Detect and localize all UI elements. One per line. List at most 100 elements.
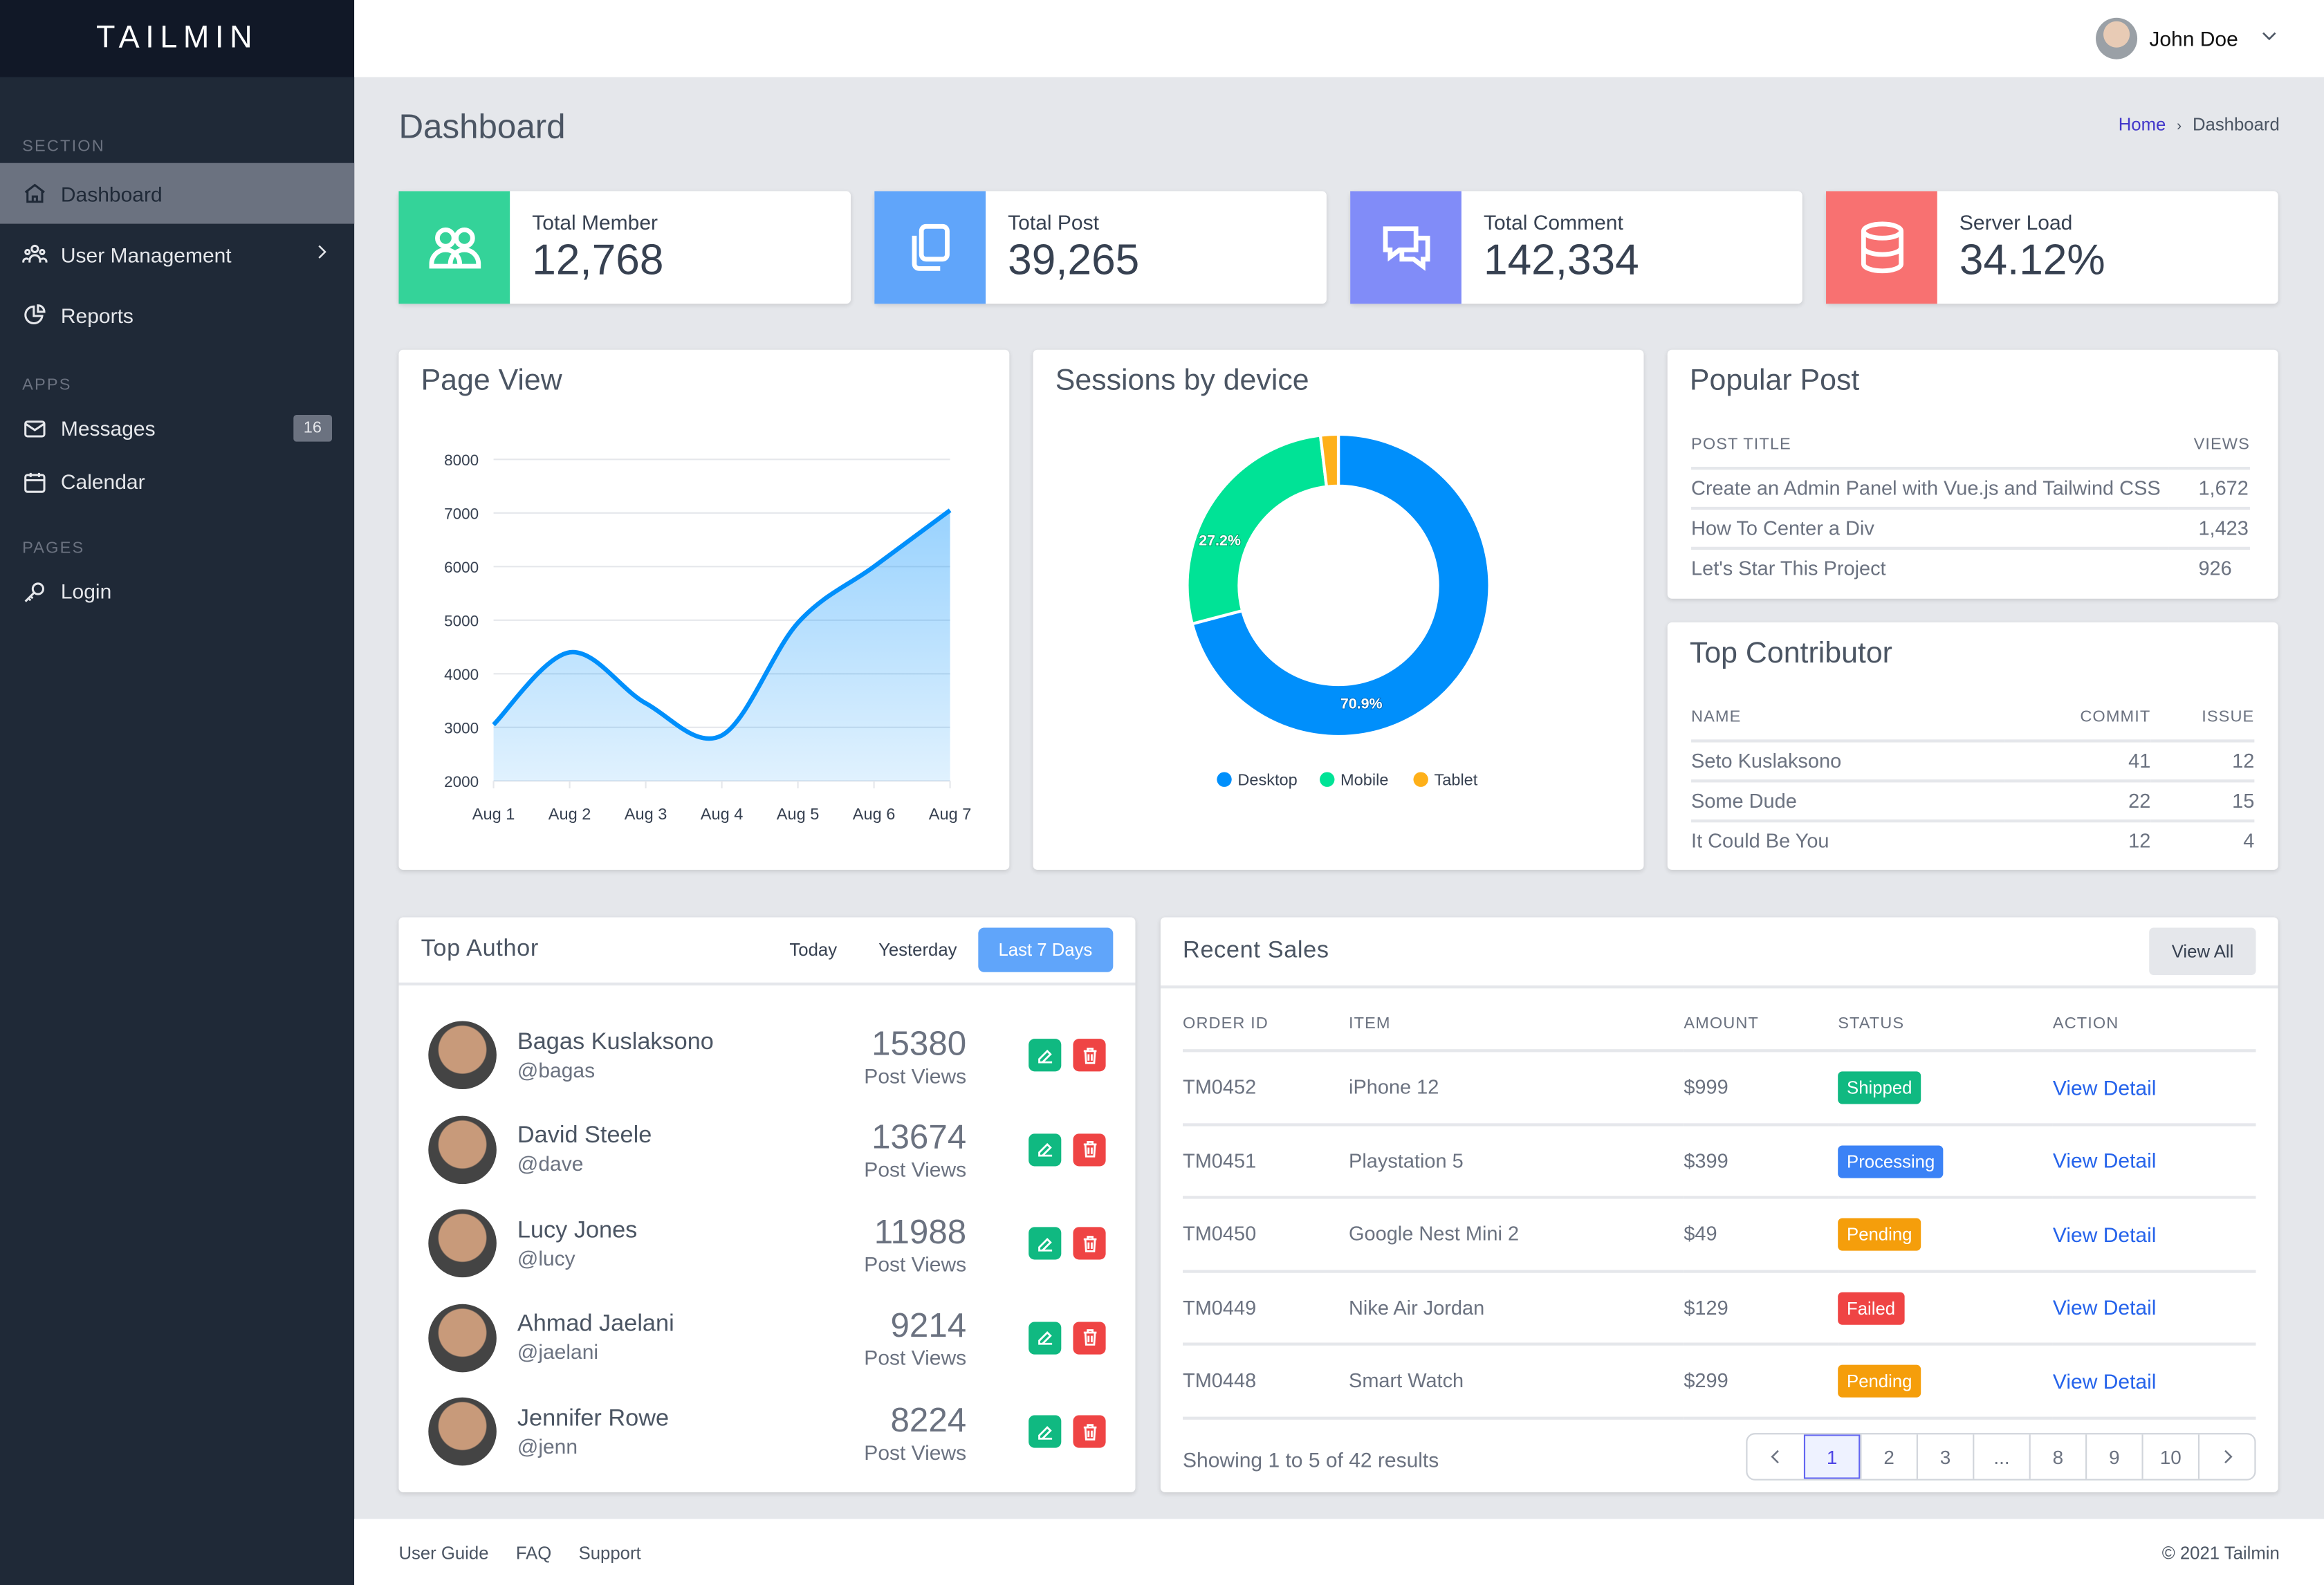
x-tick-label: Aug 1 [472, 805, 515, 823]
prev-page-button[interactable] [1747, 1434, 1803, 1479]
delete-button[interactable] [1073, 1133, 1106, 1166]
page-button[interactable]: 2 [1860, 1434, 1916, 1479]
page-button[interactable]: 1 [1803, 1434, 1861, 1479]
post-views-value: 9214 [890, 1305, 967, 1344]
item-name: iPhone 12 [1349, 1050, 1684, 1126]
y-tick-label: 6000 [444, 559, 479, 576]
delete-button[interactable] [1073, 1227, 1106, 1260]
trash-icon [1082, 1235, 1096, 1252]
post-views-label: Post Views [864, 1439, 967, 1464]
author-row: Lucy Jones @lucy 11988 Post Views [428, 1206, 1106, 1280]
col-header: NAME [1691, 699, 2004, 743]
legend-marker [1413, 772, 1428, 787]
post-views-label: Post Views [864, 1157, 967, 1181]
author-handle: @dave [517, 1151, 584, 1176]
table-row[interactable]: Some Dude 22 15 [1691, 781, 2255, 823]
sidebar-item-user-management[interactable]: User Management [0, 224, 354, 285]
calendar-icon [22, 469, 47, 494]
section-label: APPS [22, 376, 72, 395]
user-avatar[interactable] [2096, 17, 2138, 59]
sidebar-item-reports[interactable]: Reports [0, 284, 354, 345]
chevron-right-icon [2224, 1449, 2232, 1464]
y-tick-label: 7000 [444, 505, 479, 522]
x-tick-label: Aug 2 [548, 805, 591, 823]
stat-value: 34.12% [1959, 237, 2105, 285]
footer-link-faq[interactable]: FAQ [516, 1542, 551, 1563]
page-button[interactable]: 9 [2085, 1434, 2141, 1479]
sidebar: TAILMIN SECTION Dashboard User Managemen… [0, 0, 355, 1585]
section-label: SECTION [22, 138, 105, 156]
page-button[interactable]: 10 [2141, 1434, 2197, 1479]
stat-label: Total Post [1008, 210, 1099, 234]
tab-last-7-days[interactable]: Last 7 Days [977, 927, 1114, 972]
page-button[interactable]: 8 [2029, 1434, 2085, 1479]
chat-icon [1350, 191, 1461, 304]
breadcrumb-home-link[interactable]: Home [2119, 114, 2166, 135]
sessions-card: Sessions by device 70.9% 27.2% Desktop Mobi… [1033, 349, 1644, 870]
footer-link-support[interactable]: Support [579, 1542, 641, 1563]
edit-button[interactable] [1029, 1415, 1062, 1448]
edit-button[interactable] [1029, 1227, 1062, 1260]
edit-button[interactable] [1029, 1321, 1062, 1354]
card-title: Top Contributor [1689, 637, 1892, 670]
col-header: STATUS [1838, 1014, 2053, 1053]
top-bar: John Doe [354, 0, 2324, 77]
table-row: TM0450 Google Nest Mini 2 $49 Pending Vi… [1183, 1197, 2256, 1272]
view-all-button[interactable]: View All [2149, 927, 2256, 976]
amount: $399 [1684, 1124, 1838, 1199]
card-title: Popular Post [1689, 364, 1860, 398]
user-name[interactable]: John Doe [2149, 27, 2238, 50]
view-detail-link[interactable]: View Detail [2053, 1075, 2157, 1099]
author-name: Bagas Kuslaksono [517, 1029, 714, 1055]
edit-icon [1038, 1048, 1052, 1063]
copyright: © 2021 Tailmin [2161, 1541, 2280, 1563]
edit-icon [1038, 1142, 1052, 1157]
y-tick-label: 5000 [444, 612, 479, 629]
status-badge: Failed [1838, 1292, 1904, 1325]
col-header: AMOUNT [1684, 1014, 1838, 1053]
sidebar-item-login[interactable]: Login [0, 564, 354, 618]
status-badge: Processing [1838, 1144, 1944, 1178]
view-detail-link[interactable]: View Detail [2053, 1295, 2157, 1319]
view-detail-link[interactable]: View Detail [2053, 1222, 2157, 1245]
tab-today[interactable]: Today [768, 927, 858, 972]
stat-card-server-load: Server Load 34.12% [1826, 191, 2278, 304]
delete-button[interactable] [1073, 1415, 1106, 1448]
recent-sales-card: Recent Sales View All ORDER ID ITEM AMOU… [1160, 917, 2278, 1492]
edit-button[interactable] [1029, 1133, 1062, 1166]
stat-card-total-comment: Total Comment 142,334 [1350, 191, 1802, 304]
trash-icon [1082, 1140, 1096, 1158]
sidebar-item-dashboard[interactable]: Dashboard [0, 163, 355, 224]
delete-button[interactable] [1073, 1321, 1106, 1354]
breadcrumb: Home › Dashboard [2119, 114, 2280, 135]
slice-label: 27.2% [1199, 532, 1241, 548]
page-button[interactable]: ... [1973, 1434, 2029, 1479]
delete-button[interactable] [1073, 1039, 1106, 1072]
chevron-down-icon[interactable] [2259, 24, 2280, 53]
sidebar-item-messages[interactable]: Messages 16 [0, 402, 354, 455]
edit-icon [1038, 1425, 1052, 1439]
legend-marker [1217, 772, 1232, 787]
table-row[interactable]: Let's Star This Project 926 [1691, 548, 2250, 587]
table-row[interactable]: It Could Be You 12 4 [1691, 821, 2254, 860]
documents-icon [874, 191, 986, 304]
post-views-label: Post Views [864, 1345, 967, 1370]
page-button[interactable]: 3 [1916, 1434, 1973, 1479]
tab-yesterday[interactable]: Yesterday [858, 927, 977, 972]
edit-button[interactable] [1029, 1039, 1062, 1072]
stat-value: 142,334 [1484, 237, 1639, 285]
view-detail-link[interactable]: View Detail [2053, 1149, 2157, 1172]
table-row[interactable]: Seto Kuslaksono 41 12 [1691, 741, 2255, 783]
next-page-button[interactable] [2197, 1434, 2254, 1479]
sessions-donut-chart: 70.9% 27.2% Desktop Mobile Tablet [1186, 432, 1491, 789]
view-detail-link[interactable]: View Detail [2053, 1369, 2157, 1393]
author-handle: @lucy [517, 1245, 575, 1270]
sidebar-item-calendar[interactable]: Calendar [0, 455, 354, 508]
footer-link-user-guide[interactable]: User Guide [398, 1542, 488, 1563]
author-handle: @jaelani [517, 1340, 599, 1364]
table-row: TM0451 Playstation 5 $399 Processing Vie… [1183, 1124, 2256, 1199]
popular-post-card: Popular Post POST TITLE VIEWS Create an A… [1667, 349, 2278, 599]
table-row[interactable]: Create an Admin Panel with Vue.js and Ta… [1691, 468, 2250, 510]
table-row[interactable]: How To Center a Div 1,423 [1691, 508, 2250, 550]
legend-marker [1320, 772, 1335, 787]
